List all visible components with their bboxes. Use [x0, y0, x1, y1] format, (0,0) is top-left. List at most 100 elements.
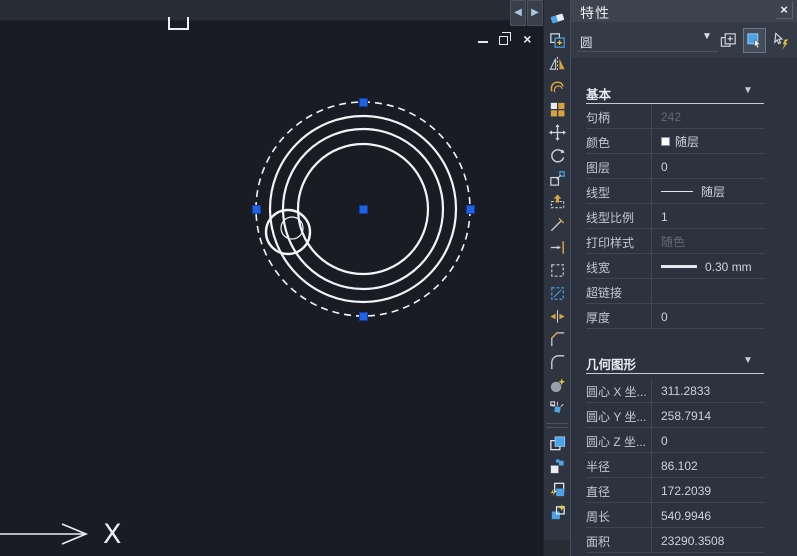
paste-clip-button[interactable]	[545, 478, 569, 501]
section-header: 几何图形 ▼	[571, 352, 797, 374]
center-grip[interactable]	[359, 205, 368, 214]
property-value-text: 258.7914	[661, 409, 711, 423]
property-value[interactable]: 随层	[661, 184, 725, 199]
blend-button[interactable]	[545, 374, 569, 397]
panel-title: 特性	[580, 3, 610, 23]
toolbar-separator	[546, 423, 568, 428]
blend-icon	[548, 376, 567, 395]
property-value-text: 随色	[661, 233, 685, 250]
paste-special-button[interactable]	[545, 501, 569, 524]
column-divider	[651, 478, 652, 503]
extend-icon	[548, 238, 567, 257]
column-divider	[651, 428, 652, 453]
trim-button[interactable]	[545, 213, 569, 236]
property-value[interactable]: 0.30 mm	[661, 259, 752, 274]
property-row: 超链接	[571, 279, 797, 304]
property-value[interactable]: 86.102	[661, 458, 698, 473]
collapse-icon[interactable]: ▼	[743, 355, 753, 366]
trim-icon	[548, 215, 567, 234]
mirror-button[interactable]	[545, 52, 569, 75]
property-value[interactable]: 0	[661, 433, 668, 448]
property-value[interactable]: 随层	[661, 134, 699, 149]
property-value[interactable]: 0	[661, 159, 668, 174]
select-objects-button[interactable]	[743, 28, 766, 53]
section-rows: 圆心 X 坐...311.2833圆心 Y 坐...258.7914圆心 Z 坐…	[571, 378, 797, 553]
property-row: 线宽 0.30 mm	[571, 254, 797, 279]
lineweight-sample-icon	[661, 265, 697, 268]
property-value-text: 311.2833	[661, 384, 710, 398]
join-button[interactable]	[545, 305, 569, 328]
property-value[interactable]: 随色	[661, 234, 685, 249]
color-swatch	[661, 137, 670, 146]
section-title: 几何图形	[586, 354, 636, 373]
rotate-button[interactable]	[545, 144, 569, 167]
property-label: 线宽	[586, 259, 610, 276]
ucs-x-axis-label: X	[103, 519, 122, 550]
copy-clip-button[interactable]	[545, 432, 569, 455]
panel-titlebar[interactable]: 特性 ×	[571, 0, 797, 22]
polyline-edit-button[interactable]	[545, 259, 569, 282]
offset-icon	[548, 77, 567, 96]
column-divider	[651, 179, 652, 204]
property-value[interactable]: 242	[661, 109, 681, 124]
property-value[interactable]: 1	[661, 209, 668, 224]
property-value-text: 0.30 mm	[705, 260, 752, 274]
drawing-canvas[interactable]: ◀ ▶ × X	[0, 0, 543, 556]
erase-button[interactable]	[545, 6, 569, 29]
explode-button[interactable]	[545, 397, 569, 420]
toggle-pickadd-button[interactable]	[717, 28, 740, 53]
chamfer-button[interactable]	[545, 328, 569, 351]
copy-clip-icon	[548, 434, 567, 453]
quadrant-grip-right[interactable]	[466, 205, 475, 214]
chevron-down-icon[interactable]: ▼	[702, 31, 712, 42]
object-type-select[interactable]: 圆	[580, 32, 593, 51]
array-button[interactable]	[545, 98, 569, 121]
fillet-button[interactable]	[545, 351, 569, 374]
property-label: 打印样式	[586, 234, 634, 251]
move-button[interactable]	[545, 121, 569, 144]
panel-close-icon[interactable]: ×	[776, 2, 793, 19]
scale-button[interactable]	[545, 167, 569, 190]
property-value-text: 随层	[701, 183, 725, 200]
quick-select-icon	[772, 31, 791, 50]
property-value[interactable]: 258.7914	[661, 408, 711, 423]
property-row: 圆心 Y 坐...258.7914	[571, 403, 797, 428]
property-value-text: 随层	[675, 133, 699, 150]
property-value[interactable]: 23290.3508	[661, 533, 724, 548]
property-row: 线型比例1	[571, 204, 797, 229]
ucs-icon: X	[0, 505, 150, 556]
property-row: 圆心 Z 坐...0	[571, 428, 797, 453]
quadrant-grip-top[interactable]	[359, 98, 368, 107]
collapse-icon[interactable]: ▼	[743, 85, 753, 96]
property-label: 句柄	[586, 109, 610, 126]
modify-toolbar	[543, 0, 570, 556]
hatch-edit-icon	[548, 284, 567, 303]
stretch-icon	[548, 192, 567, 211]
column-divider	[651, 104, 652, 129]
quadrant-grip-left[interactable]	[252, 205, 261, 214]
properties-panel: 特性 × 圆 ▼ 基本▼句柄242颜色随层图层0线型随层线型比例1打印样式随色线…	[570, 0, 797, 556]
combo-underline	[578, 51, 718, 52]
mirror-icon	[548, 54, 567, 73]
property-row: 图层0	[571, 154, 797, 179]
quadrant-grip-bottom[interactable]	[359, 312, 368, 321]
extend-button[interactable]	[545, 236, 569, 259]
array-icon	[548, 100, 567, 119]
column-divider	[651, 229, 652, 254]
property-value[interactable]: 540.9946	[661, 508, 711, 523]
property-value[interactable]: 172.2039	[661, 483, 711, 498]
property-value[interactable]: 311.2833	[661, 383, 710, 398]
circle-entities[interactable]	[0, 0, 543, 556]
hatch-edit-button[interactable]	[545, 282, 569, 305]
property-value[interactable]: 0	[661, 309, 668, 324]
property-row: 周长540.9946	[571, 503, 797, 528]
quick-select-button[interactable]	[770, 28, 793, 53]
copy-button[interactable]	[545, 29, 569, 52]
copy-with-base-point-button[interactable]	[545, 455, 569, 478]
stretch-button[interactable]	[545, 190, 569, 213]
offset-button[interactable]	[545, 75, 569, 98]
property-label: 半径	[586, 458, 610, 475]
column-divider	[651, 453, 652, 478]
property-row: 句柄 242	[571, 104, 797, 129]
column-divider	[651, 528, 652, 553]
